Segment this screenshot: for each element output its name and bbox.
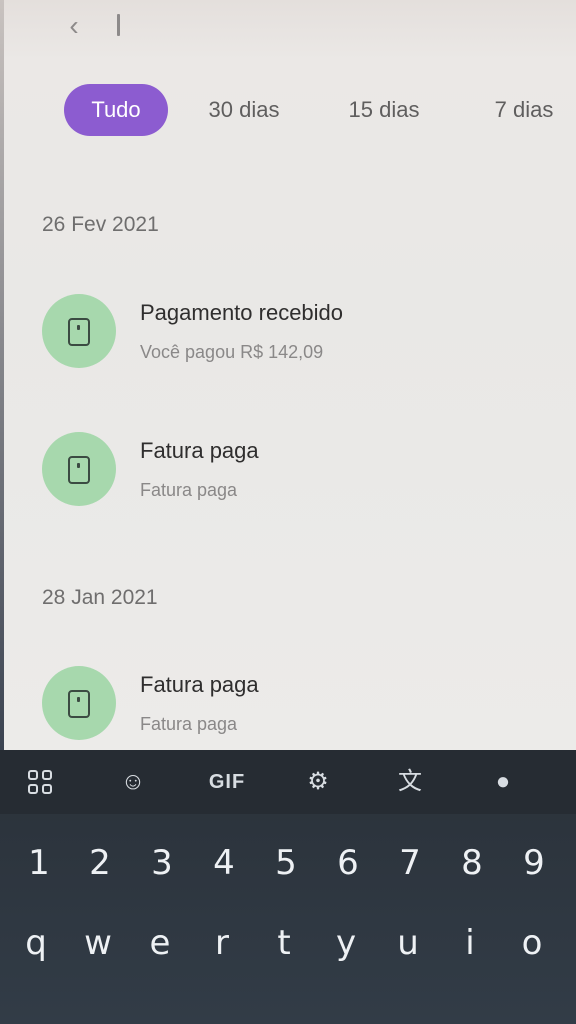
gear-icon[interactable]: ⚙: [298, 764, 338, 800]
key-i[interactable]: i: [445, 918, 495, 968]
key-7[interactable]: 7: [385, 838, 435, 888]
key-r[interactable]: r: [197, 918, 247, 968]
phone-icon: [42, 432, 116, 506]
screen: ‹ Tudo 30 dias 15 dias 7 dias 26 Fev 202…: [0, 0, 576, 1024]
gif-button[interactable]: GIF: [205, 764, 249, 800]
key-3[interactable]: 3: [137, 838, 187, 888]
text-cursor: [117, 14, 120, 36]
filter-7-days[interactable]: 7 dias: [476, 84, 572, 136]
key-4[interactable]: 4: [199, 838, 249, 888]
key-q[interactable]: q: [11, 918, 61, 968]
key-o[interactable]: o: [507, 918, 557, 968]
item-title: Fatura paga: [140, 438, 259, 463]
app-screen: ‹ Tudo 30 dias 15 dias 7 dias 26 Fev 202…: [4, 0, 576, 750]
apps-grid-icon[interactable]: [20, 764, 60, 800]
date-header: 28 Jan 2021: [42, 586, 158, 609]
key-6[interactable]: 6: [323, 838, 373, 888]
key-t[interactable]: t: [259, 918, 309, 968]
date-header: 26 Fev 2021: [42, 213, 159, 236]
key-w[interactable]: w: [73, 918, 123, 968]
list-item[interactable]: Fatura paga Fatura paga: [4, 662, 576, 752]
key-u[interactable]: u: [383, 918, 433, 968]
key-5[interactable]: 5: [261, 838, 311, 888]
filter-all[interactable]: Tudo: [64, 84, 168, 136]
chevron-left-icon[interactable]: ‹: [62, 12, 86, 40]
item-subtitle: Fatura paga: [140, 714, 238, 734]
key-9[interactable]: 9: [509, 838, 559, 888]
list-item[interactable]: Fatura paga Fatura paga: [4, 428, 576, 518]
filter-15-days[interactable]: 15 dias: [334, 84, 434, 136]
filter-30-days[interactable]: 30 dias: [194, 84, 294, 136]
palette-icon[interactable]: ●: [483, 764, 523, 800]
key-y[interactable]: y: [321, 918, 371, 968]
period-filter: Tudo 30 dias 15 dias 7 dias: [4, 84, 576, 138]
item-title: Pagamento recebido: [140, 300, 344, 325]
sticker-icon[interactable]: ☺: [113, 764, 153, 800]
item-subtitle: Você pagou R$ 142,09: [140, 342, 324, 362]
phone-icon: [42, 294, 116, 368]
list-item[interactable]: Pagamento recebido Você pagou R$ 142,09: [4, 290, 576, 380]
key-e[interactable]: e: [135, 918, 185, 968]
keyboard: ☺ GIF ⚙ 文 ● 1 2 3 4 5 6 7 8 9 q w e r t …: [0, 750, 576, 1024]
key-8[interactable]: 8: [447, 838, 497, 888]
item-subtitle: Fatura paga: [140, 480, 238, 500]
keyboard-toolbar: ☺ GIF ⚙ 文 ●: [0, 750, 576, 814]
key-2[interactable]: 2: [75, 838, 125, 888]
key-1[interactable]: 1: [14, 838, 64, 888]
top-bar: ‹: [4, 0, 576, 60]
item-title: Fatura paga: [140, 672, 259, 697]
phone-icon: [42, 666, 116, 740]
translate-icon[interactable]: 文: [390, 764, 430, 800]
